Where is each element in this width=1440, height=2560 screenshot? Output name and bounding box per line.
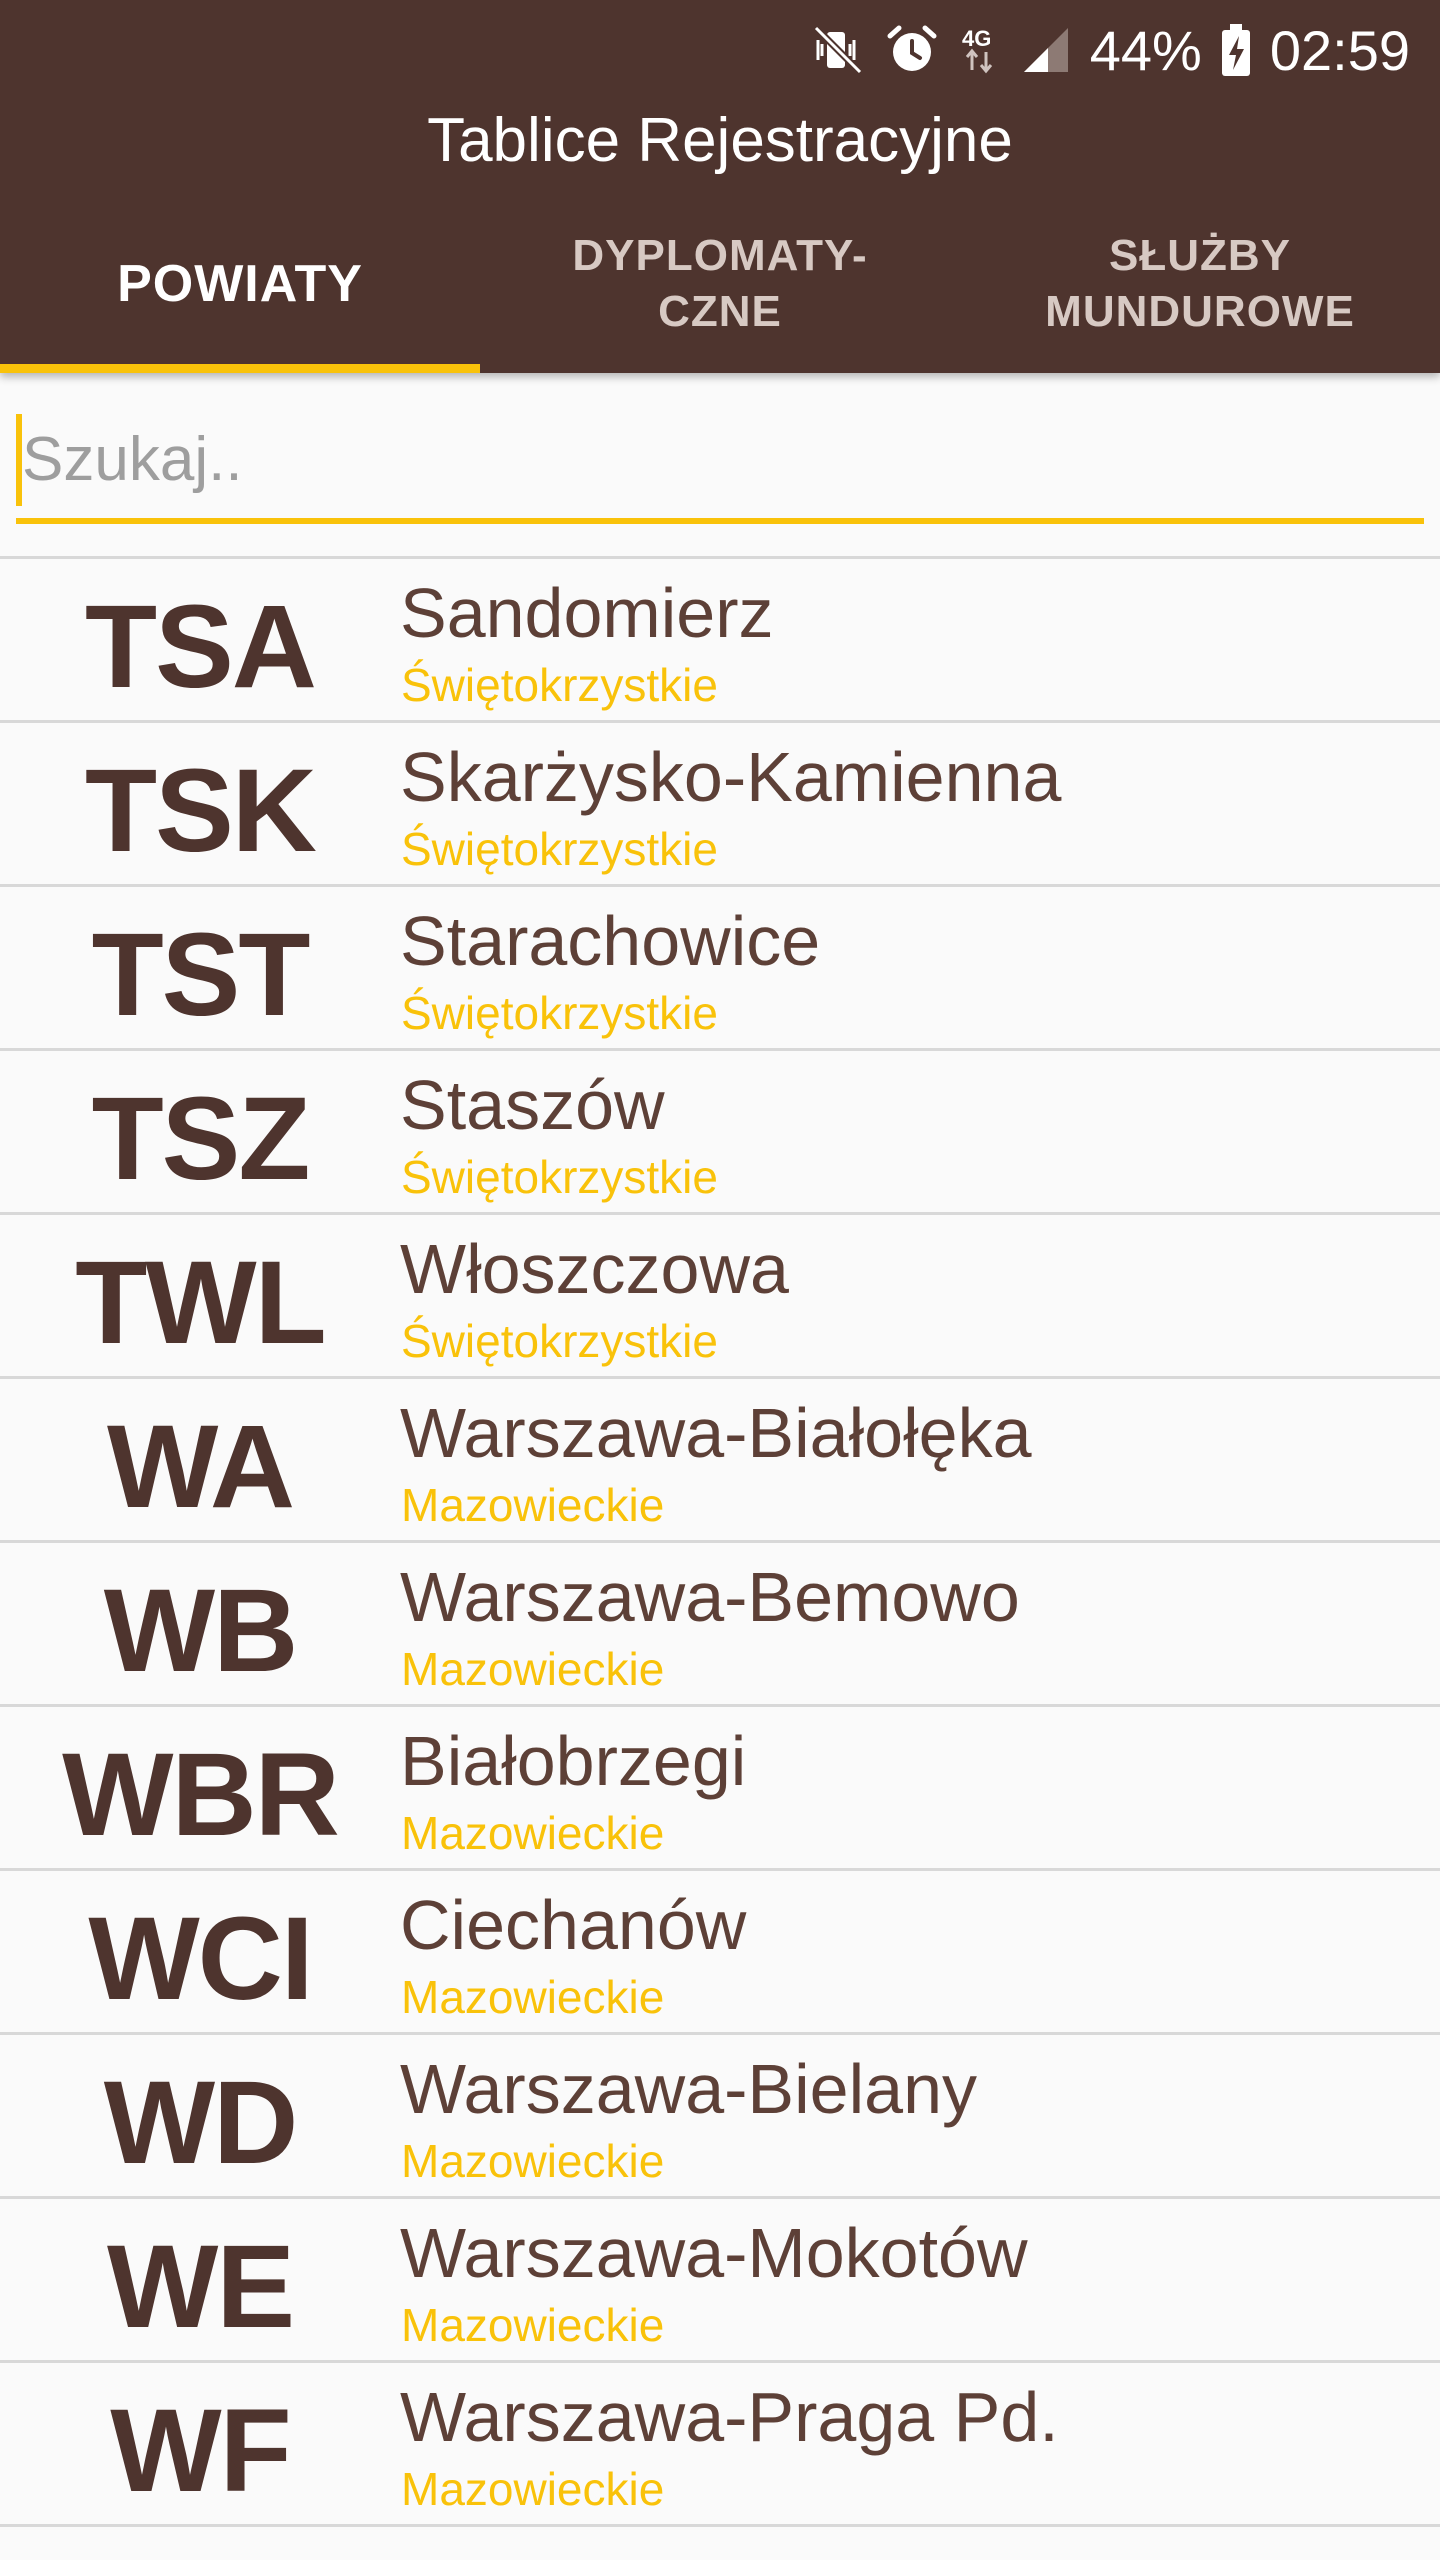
battery-charging-icon (1220, 22, 1252, 78)
city-name: Starachowice (400, 902, 821, 980)
plate-code: WA (106, 1401, 295, 1533)
alarm-icon (884, 22, 940, 78)
app-bar: 4G 44% 02:59 Tablice Rejestracyjne POWIA… (0, 0, 1440, 373)
status-bar: 4G 44% 02:59 (0, 0, 1440, 100)
plate-list[interactable]: TSA Sandomierz Świętokrzystkie TSK Skarżysko… (0, 556, 1440, 2560)
list-item[interactable]: TWL Włoszczowa Świętokrzystkie (0, 1215, 1440, 1379)
plate-code: WF (110, 2385, 291, 2517)
plate-code: WE (106, 2221, 295, 2353)
region-name: Świętokrzystkie (401, 1151, 718, 1203)
tab-powiaty[interactable]: POWIATY (0, 200, 480, 373)
city-name: Warszawa-Mokotów (400, 2214, 1028, 2292)
list-item[interactable]: WCI Ciechanów Mazowieckie (0, 1871, 1440, 2035)
list-item[interactable]: TSZ Staszów Świętokrzystkie (0, 1051, 1440, 1215)
tab-label: SŁUŻBY MUNDUROWE (1045, 230, 1355, 336)
search-input[interactable] (16, 400, 1424, 518)
plate-code: TST (91, 909, 311, 1041)
city-name: Ciechanów (400, 1886, 747, 1964)
list-item[interactable]: WE Warszawa-Mokotów Mazowieckie (0, 2199, 1440, 2363)
tab-sluzby-mundurowe[interactable]: SŁUŻBY MUNDUROWE (960, 200, 1440, 373)
list-item[interactable]: WD Warszawa-Bielany Mazowieckie (0, 2035, 1440, 2199)
clock: 02:59 (1269, 18, 1410, 82)
region-name: Mazowieckie (401, 2463, 665, 2515)
list-item[interactable]: WBR Białobrzegi Mazowieckie (0, 1707, 1440, 1871)
search-underline (16, 518, 1424, 524)
list-item[interactable]: WF Warszawa-Praga Pd. Mazowieckie (0, 2363, 1440, 2527)
list-item[interactable]: TSA Sandomierz Świętokrzystkie (0, 559, 1440, 723)
region-name: Mazowieckie (401, 1479, 665, 1531)
city-name: Sandomierz (400, 574, 774, 652)
city-name: Włoszczowa (400, 1230, 789, 1308)
plate-code: TSA (85, 581, 317, 713)
app-title: Tablice Rejestracyjne (427, 106, 1013, 175)
region-name: Świętokrzystkie (401, 659, 718, 711)
city-name: Warszawa-Białołęka (400, 1394, 1032, 1472)
plate-code: WB (103, 1565, 299, 1697)
tab-label: POWIATY (117, 254, 363, 313)
tab-label: DYPLOMATY- CZNE (572, 230, 868, 336)
region-name: Mazowieckie (401, 1971, 665, 2023)
battery-percent: 44% (1089, 18, 1202, 82)
region-name: Świętokrzystkie (401, 987, 718, 1039)
city-name: Skarżysko-Kamienna (400, 738, 1062, 816)
city-name: Staszów (400, 1066, 665, 1144)
screen: 4G 44% 02:59 Tablice Rejestracyjne POWIA… (0, 0, 1440, 2560)
list-item[interactable]: TSK Skarżysko-Kamienna Świętokrzystkie (0, 723, 1440, 887)
mute-vibrate-icon (810, 22, 866, 78)
plate-code: WD (103, 2057, 299, 2189)
city-name: Białobrzegi (400, 1722, 747, 1800)
plate-code: TSZ (91, 1073, 311, 1205)
plate-code: WBR (62, 1729, 340, 1861)
list-item[interactable]: WA Warszawa-Białołęka Mazowieckie (0, 1379, 1440, 1543)
plate-code: TSK (85, 745, 317, 877)
region-name: Mazowieckie (401, 1807, 665, 1859)
network-4g-icon: 4G (958, 22, 1002, 78)
text-cursor (16, 414, 22, 506)
city-name: Warszawa-Bemowo (400, 1558, 1020, 1636)
network-label: 4G (962, 26, 991, 51)
plate-code: TWL (75, 1237, 327, 1369)
list-item[interactable]: WB Warszawa-Bemowo Mazowieckie (0, 1543, 1440, 1707)
tab-indicator (0, 364, 480, 373)
region-name: Mazowieckie (401, 2135, 665, 2187)
signal-icon (1020, 22, 1072, 78)
search-box (16, 400, 1424, 530)
tab-dyplomatyczne[interactable]: DYPLOMATY- CZNE (480, 200, 960, 373)
region-name: Świętokrzystkie (401, 1315, 718, 1367)
region-name: Świętokrzystkie (401, 823, 718, 875)
region-name: Mazowieckie (401, 2299, 665, 2351)
city-name: Warszawa-Bielany (400, 2050, 978, 2128)
region-name: Mazowieckie (401, 1643, 665, 1695)
list-item[interactable]: TST Starachowice Świętokrzystkie (0, 887, 1440, 1051)
city-name: Warszawa-Praga Pd. (400, 2378, 1059, 2456)
tab-bar: POWIATY DYPLOMATY- CZNE SŁUŻBY MUNDUROWE (0, 200, 1440, 373)
plate-code: WCI (88, 1893, 313, 2025)
